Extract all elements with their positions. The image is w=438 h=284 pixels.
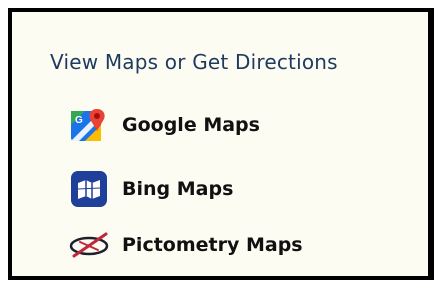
google-maps-label: Google Maps (122, 114, 260, 136)
svg-text:G: G (75, 115, 83, 126)
bing-maps-icon (68, 168, 110, 210)
bing-maps-link[interactable]: Bing Maps (68, 168, 233, 210)
map-links-panel: View Maps or Get Directions G Google Map… (8, 8, 434, 280)
pictometry-maps-link[interactable]: Pictometry Maps (68, 224, 303, 266)
bing-maps-label: Bing Maps (122, 178, 234, 200)
panel-heading: View Maps or Get Directions (50, 50, 338, 74)
pictometry-icon (68, 224, 110, 266)
google-maps-icon: G (68, 104, 110, 146)
google-maps-link[interactable]: G Google Maps (68, 104, 260, 146)
pictometry-maps-label: Pictometry Maps (122, 234, 303, 256)
